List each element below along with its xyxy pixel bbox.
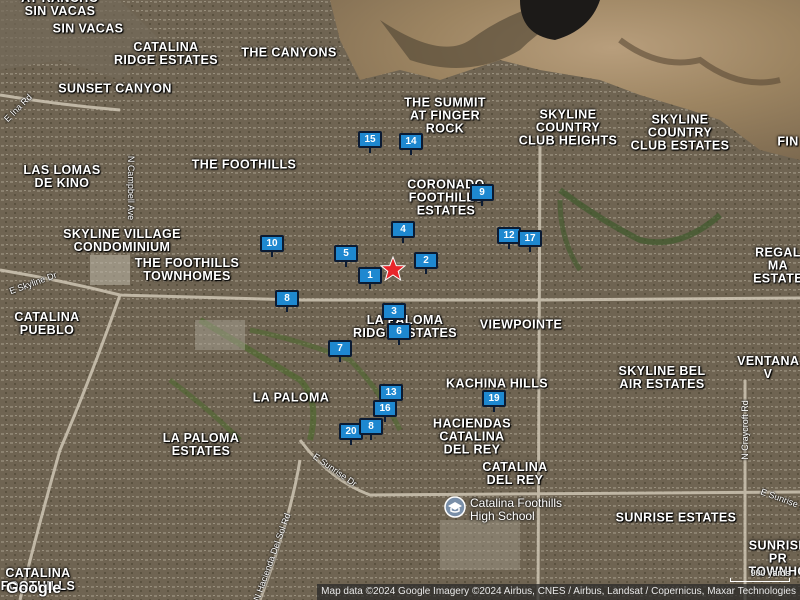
satellite-terrain: [0, 0, 800, 600]
map-attribution[interactable]: Map data ©2024 Google Imagery ©2024 Airb…: [317, 584, 800, 600]
marker-pin-stem: [369, 284, 371, 289]
marker-label: 5: [334, 245, 358, 262]
marker-pin-stem: [398, 340, 400, 345]
road-label-n-campbell-ave: N Campbell Ave: [126, 155, 136, 221]
google-logo: Google: [6, 580, 62, 597]
map-marker[interactable]: 10: [260, 235, 284, 257]
marker-pin-stem: [339, 357, 341, 362]
map-scale: 900 yards: [730, 568, 790, 582]
marker-label: 8: [359, 418, 383, 435]
marker-label: 7: [328, 340, 352, 357]
marker-label: 8: [275, 290, 299, 307]
marker-label: 4: [391, 221, 415, 238]
map-marker[interactable]: 19: [482, 390, 506, 412]
map-marker[interactable]: 6: [387, 323, 411, 345]
marker-label: 10: [260, 235, 284, 252]
marker-label: 2: [414, 252, 438, 269]
marker-pin-stem: [369, 148, 371, 153]
marker-pin-stem: [402, 238, 404, 243]
scale-label: 900 yards: [750, 568, 790, 578]
school-label[interactable]: Catalina Foothills High School: [470, 497, 562, 523]
marker-pin-stem: [370, 435, 372, 440]
map-marker[interactable]: 14: [399, 133, 423, 155]
star-icon[interactable]: [380, 256, 406, 282]
marker-pin-stem: [425, 269, 427, 274]
marker-label: 19: [482, 390, 506, 407]
school-icon[interactable]: [444, 496, 466, 518]
map-marker[interactable]: 9: [470, 184, 494, 206]
marker-pin-stem: [481, 201, 483, 206]
marker-label: 1: [358, 267, 382, 284]
marker-label: 17: [518, 230, 542, 247]
marker-pin-stem: [271, 252, 273, 257]
marker-label: 14: [399, 133, 423, 150]
map-marker[interactable]: 8: [275, 290, 299, 312]
marker-label: 6: [387, 323, 411, 340]
marker-pin-stem: [286, 307, 288, 312]
scale-bar: [730, 578, 790, 582]
map-marker[interactable]: 8: [359, 418, 383, 440]
marker-pin-stem: [384, 417, 386, 422]
marker-pin-stem: [508, 244, 510, 249]
satellite-map[interactable]: AT RANCHO SIN VACASSIN VACASCATALINA RID…: [0, 0, 800, 600]
road-label-n-craycroft-rd: N Craycroft Rd: [740, 400, 750, 460]
map-marker[interactable]: 2: [414, 252, 438, 274]
marker-pin-stem: [350, 440, 352, 445]
map-marker[interactable]: 7: [328, 340, 352, 362]
marker-label: 13: [379, 384, 403, 401]
map-marker[interactable]: 1: [358, 267, 382, 289]
marker-label: 9: [470, 184, 494, 201]
marker-pin-stem: [493, 407, 495, 412]
marker-pin-stem: [410, 150, 412, 155]
map-marker[interactable]: 3: [382, 303, 406, 325]
map-marker[interactable]: 5: [334, 245, 358, 267]
marker-pin-stem: [529, 247, 531, 252]
marker-label: 15: [358, 131, 382, 148]
map-marker[interactable]: 4: [391, 221, 415, 243]
marker-pin-stem: [345, 262, 347, 267]
map-marker[interactable]: 17: [518, 230, 542, 252]
marker-label: 16: [373, 400, 397, 417]
map-marker[interactable]: 15: [358, 131, 382, 153]
marker-label: 3: [382, 303, 406, 320]
